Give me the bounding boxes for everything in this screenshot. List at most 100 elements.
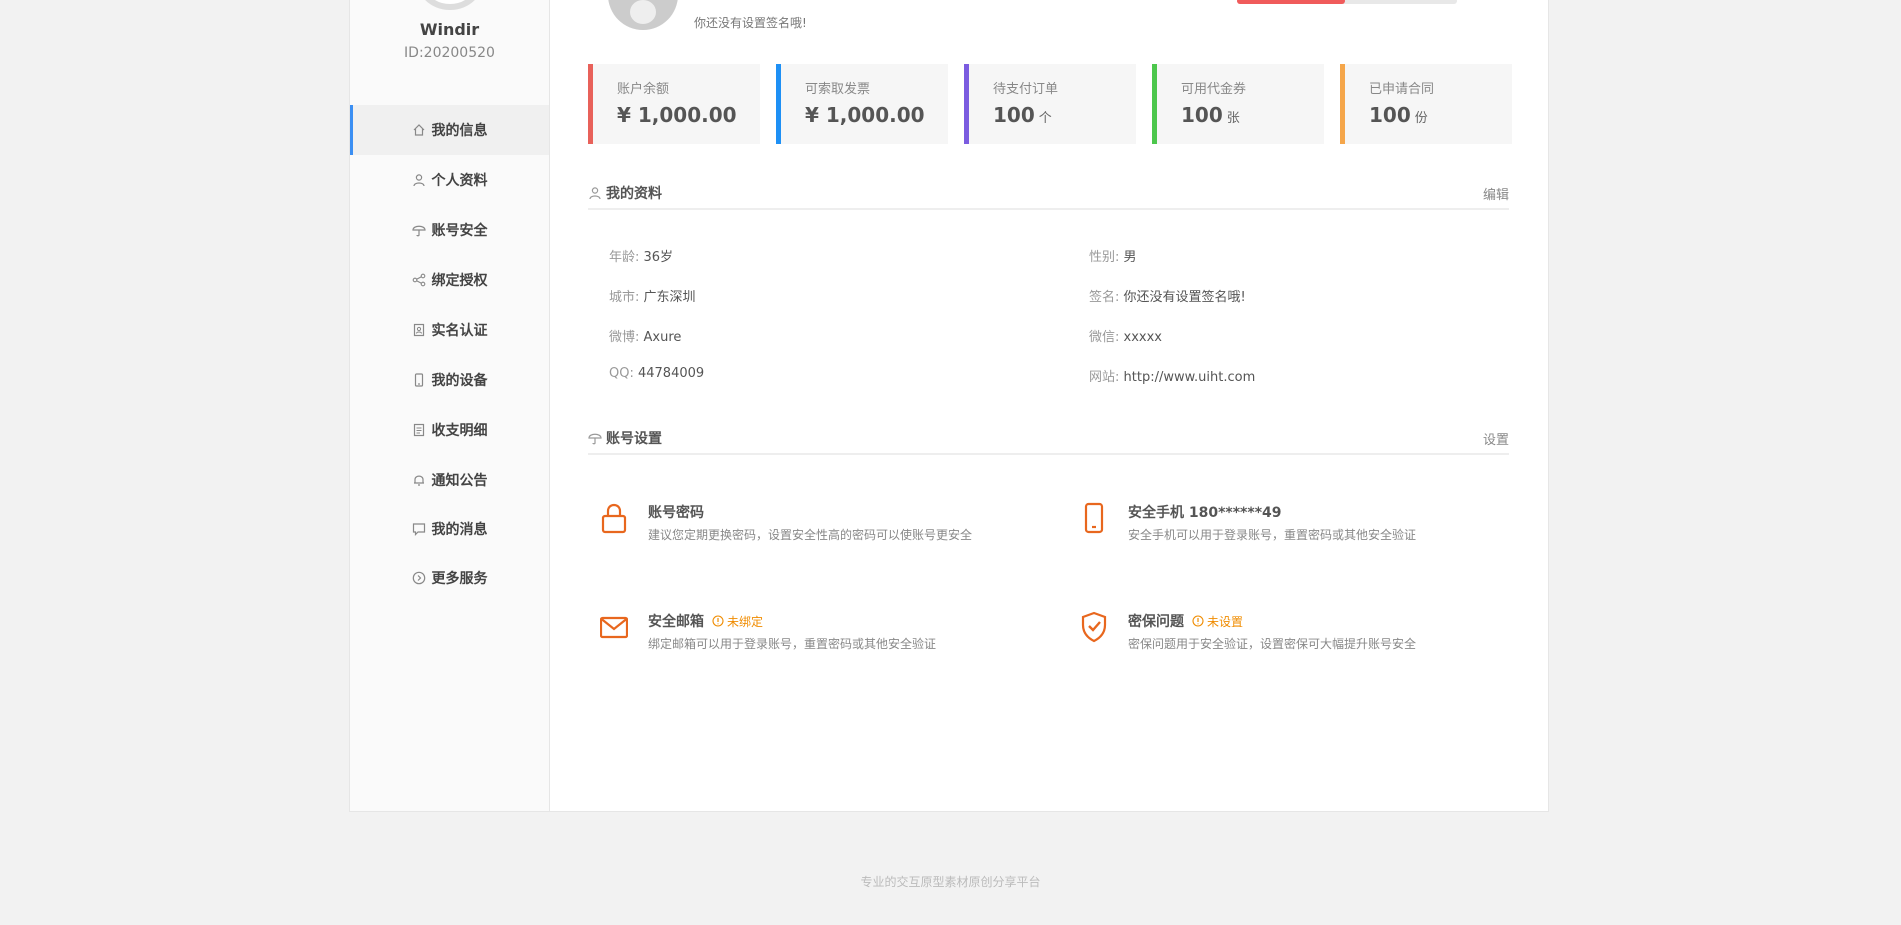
sidebar-item-label: 通知公告 [431,473,488,489]
stat-value: 100 [1181,103,1223,127]
stat-value: ¥ 1,000.00 [805,103,925,127]
info-icon [712,615,724,627]
stat-unit: 张 [1226,111,1240,126]
stat-value: ¥ 1,000.00 [617,103,737,127]
stat-value-row: ¥ 1,000.00 [805,103,948,127]
stat-unit: 份 [1414,111,1428,126]
stats-row: 账户余额 ¥ 1,000.00 可索取发票 ¥ 1,000.00 待支付订单 100 个可用… [588,64,1512,144]
status-badge: 未设置 [1192,613,1243,630]
account-title-text: 账号设置 [606,431,662,447]
arrow-circle-icon [412,571,426,585]
sidebar-item-binding[interactable]: 绑定授权 [350,255,549,305]
setting-title: 账号密码 [648,505,704,521]
stat-value-row: 100 张 [1181,103,1324,127]
phone-icon [412,373,426,387]
sidebar-item-account-security[interactable]: 账号安全 [350,205,549,255]
status-badge-text: 未绑定 [727,614,764,629]
stat-label: 待支付订单 [993,82,1059,97]
bell-icon [412,473,426,487]
profile-section-title: 我的资料 [588,183,662,203]
stat-card[interactable]: 账户余额 ¥ 1,000.00 [588,64,760,144]
sidebar-item-label: 绑定授权 [431,273,488,289]
sidebar-item-devices[interactable]: 我的设备 [350,355,549,405]
info-icon [1192,615,1204,627]
stat-label: 已申请合同 [1369,82,1435,97]
stat-value-row: 100 个 [993,103,1136,127]
stat-value-row: 100 份 [1369,103,1512,127]
mail-icon [599,611,629,643]
sidebar-item-label: 账号安全 [431,223,488,239]
setting-title-text: 安全邮箱 [648,614,704,630]
umbrella-icon [588,433,602,445]
sidebar-item-verification[interactable]: 实名认证 [350,305,549,355]
sidebar-item-label: 更多服务 [431,571,488,587]
stat-unit: 个 [1038,111,1052,126]
setting-title: 安全邮箱 未绑定 [648,611,763,631]
sidebar-item-my-info[interactable]: 我的信息 [350,105,549,155]
sidebar-item-label: 我的信息 [431,123,488,139]
sidebar-item-profile[interactable]: 个人资料 [350,155,549,205]
stat-card[interactable]: 可用代金券 100 张 [1152,64,1324,144]
sidebar-item-label: 个人资料 [431,173,488,189]
status-badge: 未绑定 [712,613,763,630]
setting-desc: 安全手机可以用于登录账号，重置密码或其他安全验证 [1128,528,1417,542]
setting-desc: 密保问题用于安全验证，设置密保可大幅提升账号安全 [1128,637,1417,651]
stat-value-row: ¥ 1,000.00 [617,103,760,127]
id-card-icon [412,323,426,337]
sidebar-menu: 我的信息 个人资料 账号安全 绑定授权 实名认证 我的设备 收支明细 通知公告 … [350,105,549,603]
setting-desc: 绑定邮箱可以用于登录账号，重置密码或其他安全验证 [648,637,937,651]
sidebar-item-more-services[interactable]: 更多服务 [350,553,549,603]
sidebar: Windir ID:20200520 我的信息 个人资料 账号安全 绑定授权 实… [350,0,550,811]
field-age: 年龄: 36岁 [609,250,674,265]
umbrella-icon [411,223,426,237]
settings-link[interactable]: 设置 [1483,429,1509,448]
sidebar-item-label: 收支明细 [431,423,488,439]
field-gender: 性别: 男 [1089,250,1137,265]
avatar[interactable] [414,0,486,10]
sidebar-item-messages[interactable]: 我的消息 [350,505,549,553]
account-section-title: 账号设置 [588,428,662,448]
stat-card[interactable]: 待支付订单 100 个 [964,64,1136,144]
field-signature: 签名: 你还没有设置签名哦! [1089,290,1246,305]
stat-label: 可索取发票 [805,82,871,97]
stat-label: 可用代金券 [1181,82,1247,97]
user-id: ID:20200520 [404,45,495,61]
sidebar-item-notices[interactable]: 通知公告 [350,455,549,505]
sidebar-item-label: 我的设备 [431,373,488,389]
mobile-icon [1080,502,1108,534]
field-wechat: 微信: xxxxx [1089,330,1162,345]
user-icon [589,187,601,200]
field-qq: QQ: 44784009 [609,366,705,381]
chat-icon [412,522,426,536]
edit-link[interactable]: 编辑 [1483,184,1509,203]
signature-text: 你还没有设置签名哦! [694,16,807,30]
username: Windir [419,20,480,39]
setting-title-text: 密保问题 [1128,614,1184,630]
account-section-header: 账号设置 设置 [588,423,1509,455]
profile-title-text: 我的资料 [606,186,662,202]
setting-title: 密保问题 未设置 [1128,611,1243,631]
stat-value: 100 [993,103,1035,127]
field-city: 城市: 广东深圳 [609,290,696,305]
lock-icon [600,502,628,534]
stat-value: 100 [1369,103,1411,127]
field-website: 网站: http://www.uiht.com [1089,370,1256,385]
field-weibo: 微博: Axure [609,330,682,345]
setting-title: 安全手机 180******49 [1128,505,1282,521]
profile-section-header: 我的资料 编辑 [588,178,1509,210]
sidebar-item-transactions[interactable]: 收支明细 [350,405,549,455]
level-progress-fill [1237,0,1345,4]
footer-text: 专业的交互原型素材原创分享平台 [860,875,1041,889]
user-icon [412,173,426,187]
stat-card[interactable]: 已申请合同 100 份 [1340,64,1512,144]
stat-label: 账户余额 [617,82,670,97]
status-badge-text: 未设置 [1207,614,1244,629]
sidebar-item-label: 我的消息 [431,522,488,538]
stat-card[interactable]: 可索取发票 ¥ 1,000.00 [776,64,948,144]
home-icon [412,123,426,137]
document-icon [412,423,426,437]
level-progress-bar [1237,0,1457,4]
shield-check-icon [1080,611,1108,643]
sidebar-item-label: 实名认证 [431,323,488,339]
share-icon [412,273,426,287]
